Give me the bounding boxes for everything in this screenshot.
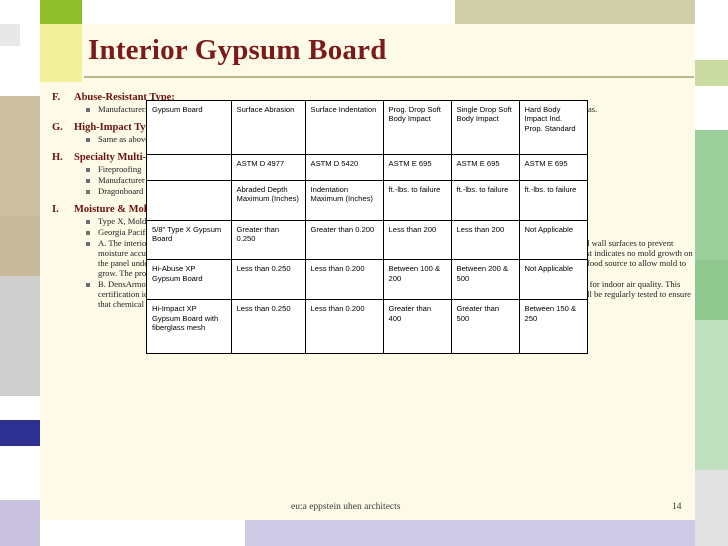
table-units-cell: ft.-lbs. to failure — [383, 180, 452, 221]
left-band-lavender — [0, 500, 40, 546]
yellow-accent-block — [40, 24, 82, 82]
table-cell-hard-body: Not Applicable — [519, 220, 587, 261]
left-band-tan — [0, 96, 40, 216]
table-cell-prog-drop: Greater than 400 — [383, 299, 452, 353]
outline-label-g: G. — [52, 121, 63, 133]
table-header-cell: Gypsum Board — [147, 101, 232, 155]
table-cell-abrasion: Less than 0.250 — [231, 259, 306, 301]
right-band-grey — [695, 470, 728, 546]
table-units-cell: Indentation Maximum (Inches) — [305, 180, 384, 221]
table-standard-cell: ASTM D 4977 — [231, 154, 306, 181]
left-square-white — [20, 24, 40, 46]
table-cell-single-drop: Greater than 500 — [451, 299, 520, 353]
left-band-tan-2 — [0, 216, 40, 276]
bullet-marker-icon — [86, 230, 90, 235]
outline-bullet-text: Dragonboard — [98, 185, 144, 196]
table-header-cell: Surface Abrasion — [231, 101, 306, 155]
bullet-marker-icon — [86, 167, 90, 172]
bullet-marker-icon — [86, 282, 90, 287]
bottom-lavender-band — [245, 520, 695, 546]
table-cell-single-drop: Between 200 & 500 — [451, 259, 520, 301]
table-cell-product: 5/8" Type X Gypsum Board — [147, 220, 232, 261]
top-white-strip — [82, 0, 455, 24]
table-units-cell: ft.-lbs. to failure — [451, 180, 520, 221]
table-cell-abrasion: Greater than 0.250 — [231, 220, 306, 261]
title-underline — [84, 76, 694, 78]
footer-firm-name: eu:a eppstein uhen architects — [291, 502, 401, 512]
table-cell-indentation: Less than 0.200 — [305, 299, 384, 353]
bullet-marker-icon — [86, 137, 90, 142]
bottom-white-band — [40, 520, 245, 546]
table-standard-cell — [147, 154, 232, 181]
table-row: Hi-Abuse XP Gypsum Board Less than 0.250… — [147, 259, 587, 301]
right-band-green-3 — [695, 260, 728, 320]
bullet-marker-icon — [86, 178, 90, 183]
left-band-grey — [0, 276, 40, 396]
table-units-cell: Abraded Depth Maximum (Inches) — [231, 180, 306, 221]
table-cell-prog-drop: Less than 200 — [383, 220, 452, 261]
outline-bullet-text: Fireproofing — [98, 163, 142, 174]
table-cell-prog-drop: Between 100 & 200 — [383, 259, 452, 301]
outline-label-f: F. — [52, 92, 61, 103]
slide: Interior Gypsum Board F. Abuse-Resistant… — [0, 0, 728, 546]
table-cell-product: Hi-Impact XP Gypsum Board with fiberglas… — [147, 299, 232, 353]
table-cell-single-drop: Less than 200 — [451, 220, 520, 261]
bullet-marker-icon — [86, 189, 90, 194]
table-header-cell: Single Drop Soft Body Impact — [451, 101, 520, 155]
left-square-grey — [0, 24, 20, 46]
bullet-marker-icon — [86, 219, 90, 224]
table-row: 5/8" Type X Gypsum Board Greater than 0.… — [147, 220, 587, 261]
table-cell-hard-body: Not Applicable — [519, 259, 587, 301]
table-standard-cell: ASTM E 695 — [451, 154, 520, 181]
right-band-green-4 — [695, 320, 728, 470]
table-standard-cell: ASTM E 695 — [519, 154, 587, 181]
table-header-cell: Hard Body Impact Ind. Prop. Standard — [519, 101, 587, 155]
right-band-green-1 — [695, 60, 728, 86]
outline-label-h: H. — [52, 151, 63, 163]
table-standard-cell: ASTM D 5420 — [305, 154, 384, 181]
table-cell-abrasion: Less than 0.250 — [231, 299, 306, 353]
gypsum-comparison-table: Gypsum Board Surface Abrasion Surface In… — [146, 100, 588, 354]
table-header-row-units: Abraded Depth Maximum (Inches) Indentati… — [147, 180, 587, 221]
outline-bullet-text: Manufacturer — [98, 174, 145, 185]
bullet-marker-icon — [86, 108, 90, 112]
top-khaki-block — [455, 0, 695, 24]
table-cell-indentation: Less than 0.200 — [305, 259, 384, 301]
table-units-cell: ft.-lbs. to failure — [519, 180, 587, 221]
table-header-cell: Surface Indentation — [305, 101, 384, 155]
slide-page-number: 14 — [672, 502, 682, 512]
table-header-row-standard: ASTM D 4977 ASTM D 5420 ASTM E 695 ASTM … — [147, 154, 587, 181]
table-units-cell — [147, 180, 232, 221]
table-cell-indentation: Greater than 0.200 — [305, 220, 384, 261]
table-row: Hi-Impact XP Gypsum Board with fiberglas… — [147, 299, 587, 353]
right-band-green-2 — [695, 130, 728, 260]
top-green-block — [40, 0, 82, 24]
outline-label-i: I. — [52, 203, 59, 215]
top-right-white-block — [695, 0, 728, 24]
table-cell-hard-body: Between 150 & 250 — [524, 304, 577, 323]
bullet-marker-icon — [86, 241, 90, 246]
page-title: Interior Gypsum Board — [88, 34, 387, 66]
table-header-cell: Prog. Drop Soft Body Impact — [383, 101, 452, 155]
table-standard-cell: ASTM E 695 — [383, 154, 452, 181]
table-cell-product: Hi-Abuse XP Gypsum Board — [147, 259, 232, 301]
left-band-navy — [0, 420, 40, 446]
table-header-row-main: Gypsum Board Surface Abrasion Surface In… — [147, 101, 587, 155]
